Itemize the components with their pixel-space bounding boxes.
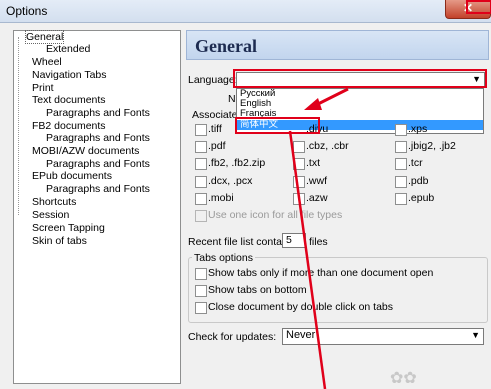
annotation-arrows [288,87,349,389]
annotation-arrow-line [317,87,349,106]
watermark-logo-icon: ✿✿ [390,370,417,387]
annotation-pointer-line [288,130,327,389]
annotation-arrow-head [304,98,322,110]
